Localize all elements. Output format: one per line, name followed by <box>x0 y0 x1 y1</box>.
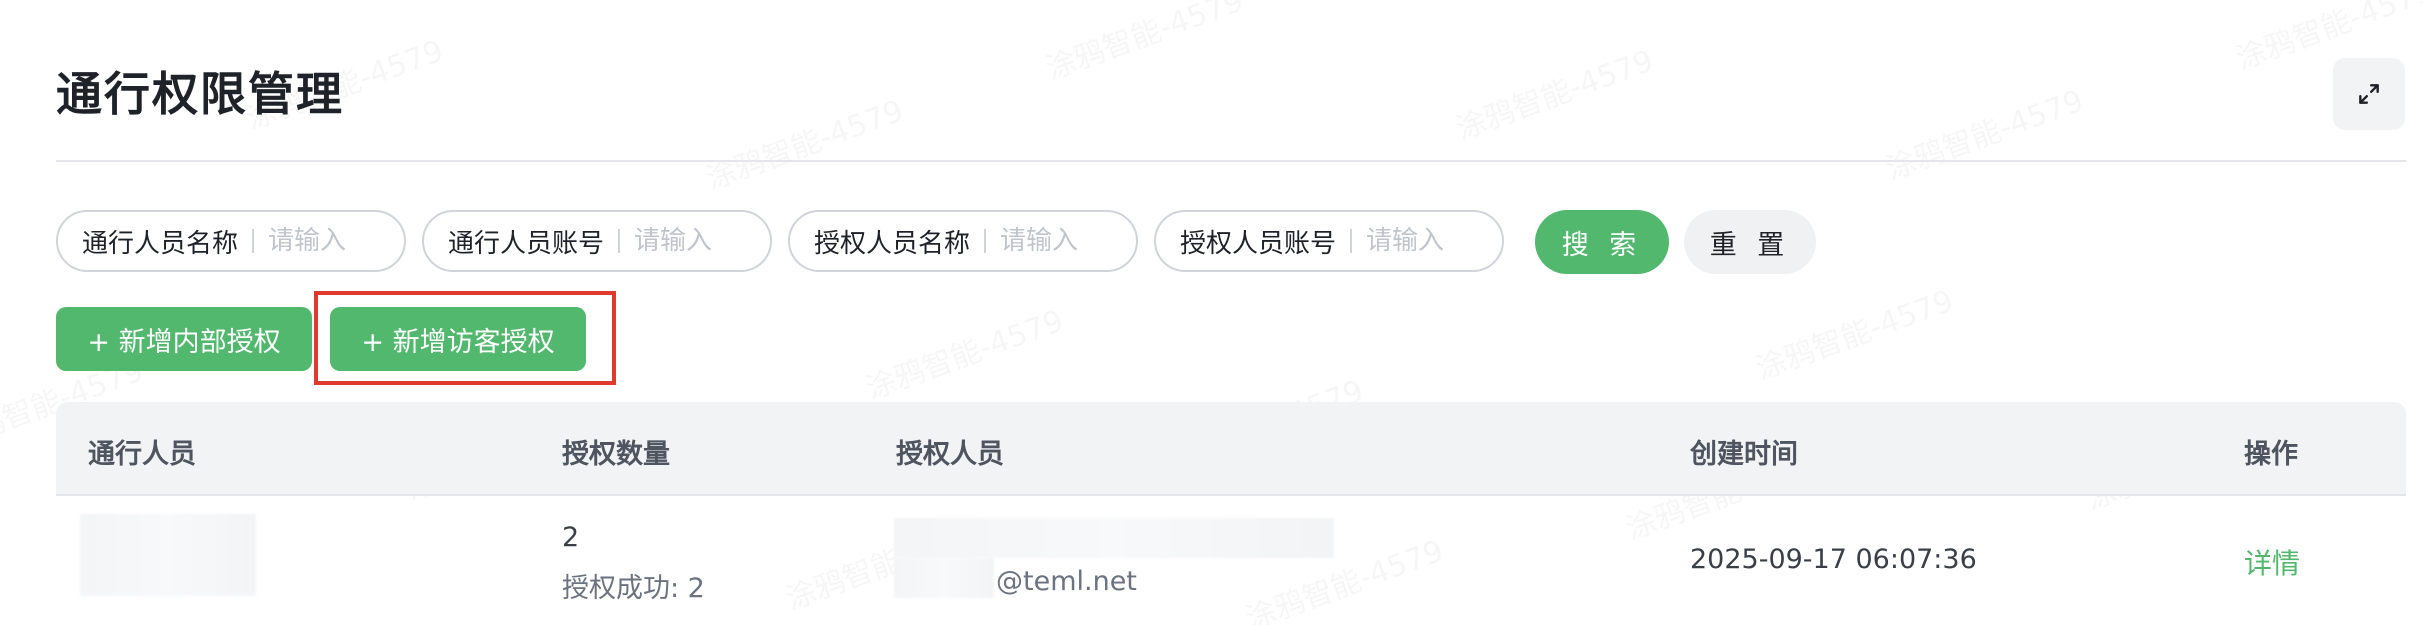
filter-separator <box>984 229 987 253</box>
expand-arrows-icon <box>2359 84 2379 104</box>
authorizer-account-input[interactable] <box>1366 226 1477 256</box>
redacted-authorizer-name <box>894 518 1334 558</box>
filter-authorizer-account[interactable]: 授权人员账号 <box>1154 210 1504 272</box>
expand-button[interactable] <box>2333 58 2405 130</box>
filter-authorizer-name[interactable]: 授权人员名称 <box>788 210 1138 272</box>
filter-label: 通行人员账号 <box>448 228 605 259</box>
pass-person-account-input[interactable] <box>634 226 745 256</box>
watermark: 涂鸦智能-4579 <box>1749 276 1959 388</box>
reset-button[interactable]: 重 置 <box>1684 210 1816 274</box>
page-title: 通行权限管理 <box>56 67 344 121</box>
authorizer-name-input[interactable] <box>1000 226 1111 256</box>
filter-separator <box>1350 229 1353 253</box>
filter-label: 授权人员名称 <box>814 228 971 259</box>
created-at: 2025-09-17 06:07:36 <box>1690 544 1977 575</box>
watermark: 涂鸦智能-4579 <box>859 296 1069 408</box>
header-divider <box>56 160 2406 162</box>
filter-separator <box>618 229 621 253</box>
column-header-actions: 操作 <box>2244 439 2298 470</box>
search-button[interactable]: 搜 索 <box>1535 210 1669 274</box>
watermark: 涂鸦智能-4579 <box>1039 0 1249 88</box>
filter-pass-person-name[interactable]: 通行人员名称 <box>56 210 406 272</box>
auth-success: 授权成功: 2 <box>562 573 705 604</box>
column-header-pass-person: 通行人员 <box>88 439 196 470</box>
redacted-authorizer-account <box>894 558 994 598</box>
authorizer-email: @teml.net <box>996 566 1137 597</box>
watermark: 涂鸦智能-4579 <box>1449 36 1659 148</box>
column-header-authorizer: 授权人员 <box>896 439 1004 470</box>
pass-person-name-input[interactable] <box>268 226 379 256</box>
filter-separator <box>252 229 255 253</box>
watermark: 涂鸦智能-4579 <box>699 86 909 198</box>
column-header-created-at: 创建时间 <box>1690 439 1798 470</box>
table-row: 2 授权成功: 2 @teml.net 2025-09-17 06:07:36 … <box>56 496 2406 625</box>
redacted-person <box>80 514 256 596</box>
auth-count: 2 <box>562 522 580 553</box>
details-link[interactable]: 详情 <box>2244 542 2300 582</box>
watermark: 涂鸦智能-4579 <box>1879 76 2089 188</box>
add-internal-auth-button[interactable]: + 新增内部授权 <box>56 307 312 371</box>
page: 涂鸦智能-4579 涂鸦智能-4579 涂鸦智能-4579 涂鸦智能-4579 … <box>0 0 2423 625</box>
filter-pass-person-account[interactable]: 通行人员账号 <box>422 210 772 272</box>
table-header: 通行人员 授权数量 授权人员 创建时间 操作 <box>56 402 2406 496</box>
filter-label: 通行人员名称 <box>82 228 239 259</box>
filter-label: 授权人员账号 <box>1180 228 1337 259</box>
column-header-auth-count: 授权数量 <box>562 439 670 470</box>
highlight-box <box>314 291 616 385</box>
